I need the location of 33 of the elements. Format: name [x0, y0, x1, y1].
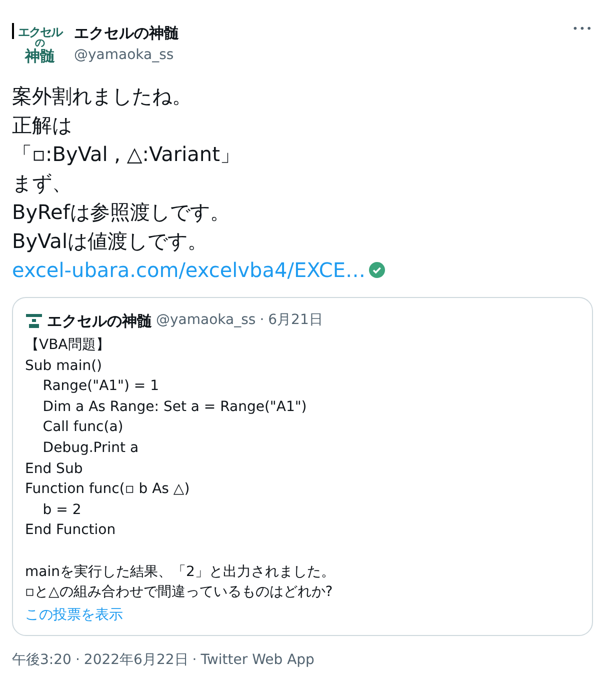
quote-author-handle: @yamaoka_ss [156, 311, 256, 330]
quote-date: 6月21日 [268, 311, 323, 330]
quote-author-name: エクセルの神髄 [47, 310, 152, 332]
tweet-text-line: 案外割れましたね。 [12, 82, 193, 110]
quote-text-line: Dim a As Range: Set a = Range("A1") [42, 398, 308, 417]
separator-dot: · [75, 651, 80, 670]
quote-text-line: 【VBA問題】 [25, 336, 111, 355]
quote-text-line: b = 2 [42, 500, 82, 520]
quote-text-line: mainを実行した結果、「2」と出力されました。 [25, 562, 336, 582]
tweet-text-line: ByValは値渡しです。 [12, 228, 208, 254]
tweet-source[interactable]: Twitter Web App [200, 650, 314, 672]
separator-dot: · [260, 311, 264, 330]
avatar-logo: エクセル の 神髄 [17, 26, 64, 65]
quote-text-line: Debug.Print a [42, 438, 140, 458]
tweet-text-line: ByRefは参照渡しです。 [12, 198, 231, 226]
logo-icon [25, 312, 43, 330]
quote-text-line: End Sub [25, 460, 84, 479]
quoted-tweet-card[interactable] [12, 296, 593, 636]
tweet-text-line: 「▫:ByVal , △:Variant」 [12, 140, 241, 168]
tweet-text-line: 正解は [12, 112, 73, 138]
tweet-text-line: まず、 [12, 170, 73, 196]
quote-text-line: Call func(a) [42, 418, 124, 438]
author-handle[interactable]: @yamaoka_ss [74, 44, 179, 66]
more-button[interactable]: ••• [572, 22, 593, 37]
quote-text-line: End Function [25, 521, 117, 540]
quote-text-line: Sub main() [25, 356, 103, 376]
separator-dot: · [192, 651, 197, 670]
author-name[interactable]: エクセルの神髄 [74, 22, 179, 44]
quote-text-line: Range("A1") = 1 [42, 377, 160, 396]
quote-text-line: Function func(▫ b As △) [25, 480, 191, 500]
tweet-time[interactable]: 午後3:20 [12, 650, 72, 672]
quote-text-line: ▫と△の組み合わせで間違っているものはどれか? [25, 583, 334, 602]
tweet-date[interactable]: 2022年6月22日 [84, 650, 188, 672]
